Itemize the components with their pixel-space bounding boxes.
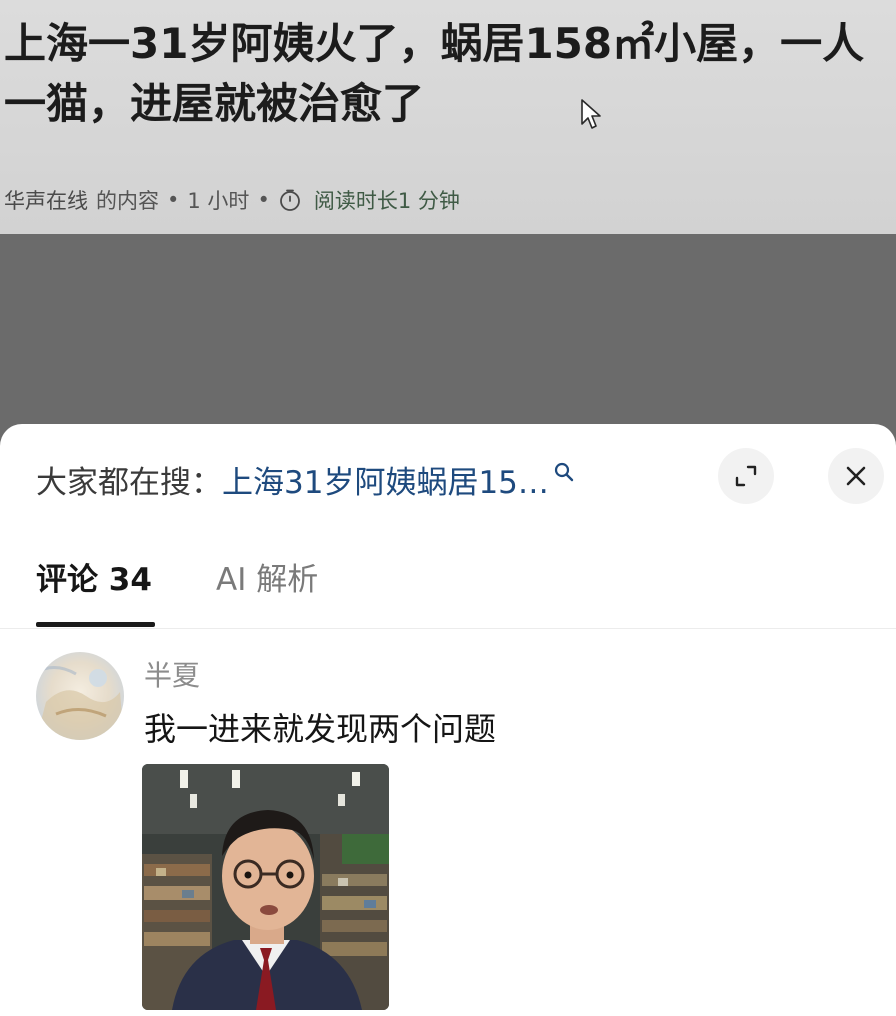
hot-search-query[interactable]: 上海31岁阿姨蜗居15… [222,457,549,502]
close-button[interactable] [828,448,884,504]
avatar[interactable] [36,652,124,740]
search-icon[interactable] [553,461,575,483]
read-time-label: 阅读时长1 分钟 [313,189,460,213]
meta-separator: • [167,188,180,212]
hot-search-suggestion[interactable]: 大家都在搜： 上海31岁阿姨蜗居15… [36,454,575,504]
comment-image[interactable] [142,764,389,1010]
article-title[interactable]: 上海一31岁阿姨火了，蜗居158㎡小屋，一人一猫，进屋就被治愈了 [4,14,892,134]
close-icon [846,466,866,486]
comment-text[interactable]: 我一进来就发现两个问题 [144,704,496,750]
comment-item: 半夏 我一进来就发现两个问题 [0,646,896,1016]
tab-bar: 评论 34 AI 解析 [0,550,896,630]
meta-separator: • [257,188,270,212]
comments-sheet: 大家都在搜： 上海31岁阿姨蜗居15… 评论 34 AI 解析 半夏 我一进来就… [0,424,896,1016]
read-time: 阅读时长1 分钟 [278,185,460,215]
hot-search-prefix: 大家都在搜： [36,464,222,501]
tab-comments[interactable]: 评论 34 [36,560,152,600]
mouse-cursor-icon [581,99,601,129]
comment-username[interactable]: 半夏 [144,654,200,694]
avatar-image [36,652,124,740]
dim-overlay[interactable] [0,234,896,434]
article-source[interactable]: 华声在线 [4,185,88,215]
tab-ai-analysis[interactable]: AI 解析 [216,560,318,600]
timer-icon [279,189,300,211]
article-meta: 华声在线 的内容 • 1 小时 • 阅读时长1 分钟 [4,182,460,218]
article-time: 1 小时 [187,189,250,213]
meme-image [142,764,389,1010]
article-source-suffix: 的内容 [96,189,159,213]
divider [0,628,896,629]
active-tab-indicator [36,622,155,627]
expand-icon [735,465,757,487]
expand-button[interactable] [718,448,774,504]
article-header: 上海一31岁阿姨火了，蜗居158㎡小屋，一人一猫，进屋就被治愈了 华声在线 的内… [0,0,896,234]
